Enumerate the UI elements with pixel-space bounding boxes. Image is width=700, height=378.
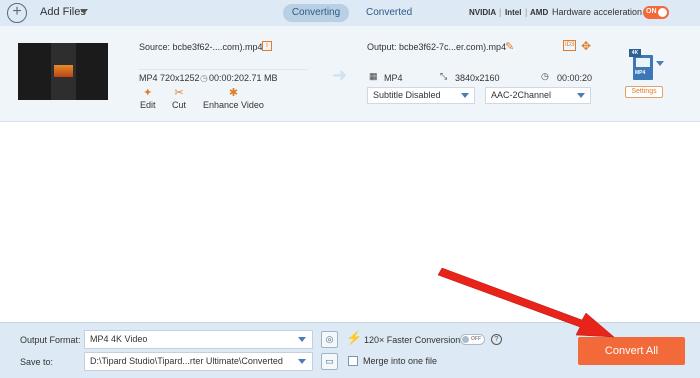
convert-arrow-icon: ➜ xyxy=(332,65,348,85)
toggle-state-text: ON xyxy=(646,8,657,15)
format-icon-text: MP4 xyxy=(635,70,646,76)
output-format-label: Output Format: xyxy=(20,335,81,345)
faster-conversion-label: 120× Faster Conversion xyxy=(364,335,461,345)
source-format: MP4 xyxy=(139,73,158,83)
add-files-dropdown-caret-icon[interactable] xyxy=(80,9,88,14)
format-settings-icon[interactable]: ◎ xyxy=(321,331,338,348)
source-duration: 00:00:20 xyxy=(209,73,245,83)
hardware-acceleration-label: Hardware acceleration xyxy=(552,7,643,17)
source-size: 2.71 MB xyxy=(244,73,278,83)
clock-icon: ◷ xyxy=(541,71,549,81)
format-dropdown-caret-icon[interactable] xyxy=(656,61,664,66)
video-thumbnail[interactable] xyxy=(18,43,108,100)
file-item-row: Source: bcbe3f62-....com).mp4 i MP4 720x… xyxy=(0,26,700,122)
output-resolution: 3840x2160 xyxy=(455,73,500,83)
toggle-knob xyxy=(658,8,667,17)
format-icon-screen xyxy=(636,58,650,67)
film-icon: ▦ xyxy=(369,71,378,81)
output-format-icon[interactable]: MP4 xyxy=(633,55,653,80)
audio-track-select[interactable]: AAC-2Channel xyxy=(485,87,591,104)
format-4k-badge: 4K xyxy=(629,49,641,57)
output-format-select[interactable]: MP4 4K Video xyxy=(84,330,313,349)
scissors-icon: ✂ xyxy=(174,87,184,99)
top-toolbar: + Add Files Converting Converted NVIDIA … xyxy=(0,0,700,26)
save-to-select[interactable]: D:\Tipard Studio\Tipard...rter Ultimate\… xyxy=(84,352,313,371)
resize-icon: ⤡ xyxy=(440,71,448,81)
save-to-label: Save to: xyxy=(20,357,54,367)
info-icon[interactable]: i xyxy=(262,41,272,51)
output-format-value: MP4 4K Video xyxy=(90,334,148,344)
subtitle-select[interactable]: Subtitle Disabled xyxy=(367,87,475,104)
chevron-down-icon xyxy=(461,93,469,98)
output-format: MP4 xyxy=(384,73,403,83)
edit-label: Edit xyxy=(140,100,156,110)
source-resolution: 720x1252 xyxy=(160,73,200,83)
cut-button[interactable]: ✂ Cut xyxy=(172,87,186,110)
merge-checkbox[interactable] xyxy=(348,356,358,366)
toggle-state-text: OFF xyxy=(471,336,481,342)
save-to-value: D:\Tipard Studio\Tipard...rter Ultimate\… xyxy=(90,356,283,366)
source-filename: Source: bcbe3f62-....com).mp4 xyxy=(139,42,263,52)
hardware-acceleration-toggle[interactable]: ON xyxy=(643,6,669,19)
compress-icon[interactable]: ✥ xyxy=(581,39,591,53)
id3-tag-icon[interactable]: ID3 xyxy=(563,40,577,51)
palette-icon: ✱ xyxy=(228,87,239,99)
output-filename: Output: bcbe3f62-7c...er.com).mp4 xyxy=(367,42,507,52)
hw-separator: | xyxy=(525,7,528,17)
tab-converted[interactable]: Converted xyxy=(366,7,412,18)
chevron-down-icon xyxy=(298,359,306,364)
output-duration: 00:00:20 xyxy=(557,73,593,83)
thumbnail-sunset xyxy=(54,65,73,77)
add-files-button[interactable]: Add Files xyxy=(40,6,86,18)
edit-button[interactable]: ✦ Edit xyxy=(140,87,156,110)
amd-label: AMD xyxy=(530,8,549,17)
tab-converting[interactable]: Converting xyxy=(283,4,349,22)
rename-pencil-icon[interactable]: ✎ xyxy=(505,40,514,53)
audio-select-value: AAC-2Channel xyxy=(491,90,552,100)
divider xyxy=(138,69,308,70)
subtitle-select-value: Subtitle Disabled xyxy=(373,90,441,100)
add-files-plus-icon[interactable]: + xyxy=(7,3,27,23)
faster-conversion-toggle[interactable]: OFF xyxy=(460,334,485,345)
clock-icon: ◷ xyxy=(200,73,208,83)
toggle-knob xyxy=(462,336,469,343)
chevron-down-icon xyxy=(577,93,585,98)
edit-star-icon: ✦ xyxy=(143,87,153,99)
convert-all-button[interactable]: Convert All xyxy=(578,337,685,365)
enhance-video-button[interactable]: ✱ Enhance Video xyxy=(203,87,264,110)
cut-label: Cut xyxy=(172,100,187,110)
intel-label: Intel xyxy=(505,8,522,17)
lightning-icon: ⚡ xyxy=(346,330,363,345)
enhance-video-label: Enhance Video xyxy=(203,100,264,110)
open-folder-icon[interactable]: ▭ xyxy=(321,353,338,370)
hw-separator: | xyxy=(499,7,502,17)
chevron-down-icon xyxy=(298,337,306,342)
help-icon[interactable]: ? xyxy=(491,334,502,345)
settings-button[interactable]: Settings xyxy=(625,86,663,98)
merge-label: Merge into one file xyxy=(363,356,438,366)
nvidia-label: NVIDIA xyxy=(469,8,497,17)
